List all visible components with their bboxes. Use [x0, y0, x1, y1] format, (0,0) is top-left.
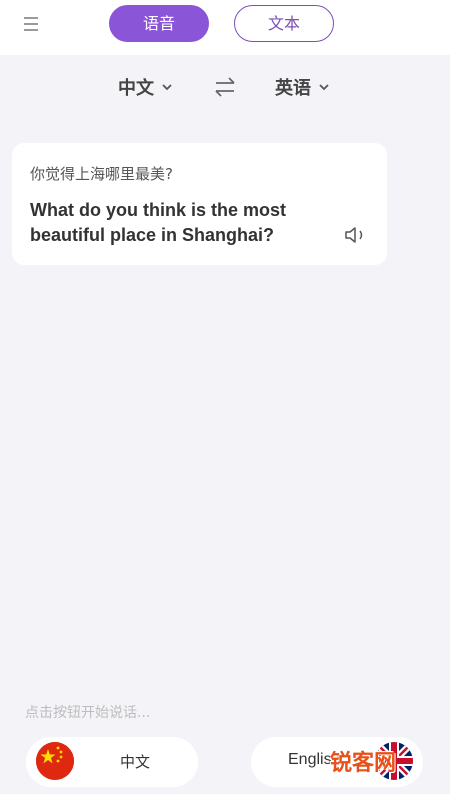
speak-chinese-button[interactable]: 中文 — [26, 737, 198, 787]
speaker-icon[interactable] — [343, 225, 367, 245]
target-language-label: 英语 — [275, 78, 311, 99]
top-bar: 语音 文本 — [0, 0, 450, 55]
source-language-label: 中文 — [118, 78, 154, 99]
target-language-dropdown[interactable]: 英语 — [275, 74, 329, 100]
language-selector-row: 中文 英语 — [0, 70, 450, 106]
chevron-down-icon — [319, 84, 329, 91]
swap-languages-icon[interactable] — [213, 76, 237, 98]
tab-text[interactable]: 文本 — [234, 5, 334, 42]
source-language-dropdown[interactable]: 中文 — [118, 74, 172, 100]
chevron-down-icon — [162, 84, 172, 91]
tab-voice[interactable]: 语音 — [109, 5, 209, 42]
chinese-button-label: 中文 — [120, 753, 151, 771]
source-text: 你觉得上海哪里最美? — [30, 165, 173, 183]
translation-card: 你觉得上海哪里最美? What do you think is the most… — [12, 143, 387, 265]
china-flag-icon — [36, 742, 74, 780]
watermark-logo: 锐客网 — [330, 751, 397, 776]
speak-hint: 点击按钮开始说话... — [25, 705, 151, 721]
translated-text: What do you think is the most beautiful … — [30, 200, 286, 245]
menu-icon[interactable] — [22, 13, 44, 35]
